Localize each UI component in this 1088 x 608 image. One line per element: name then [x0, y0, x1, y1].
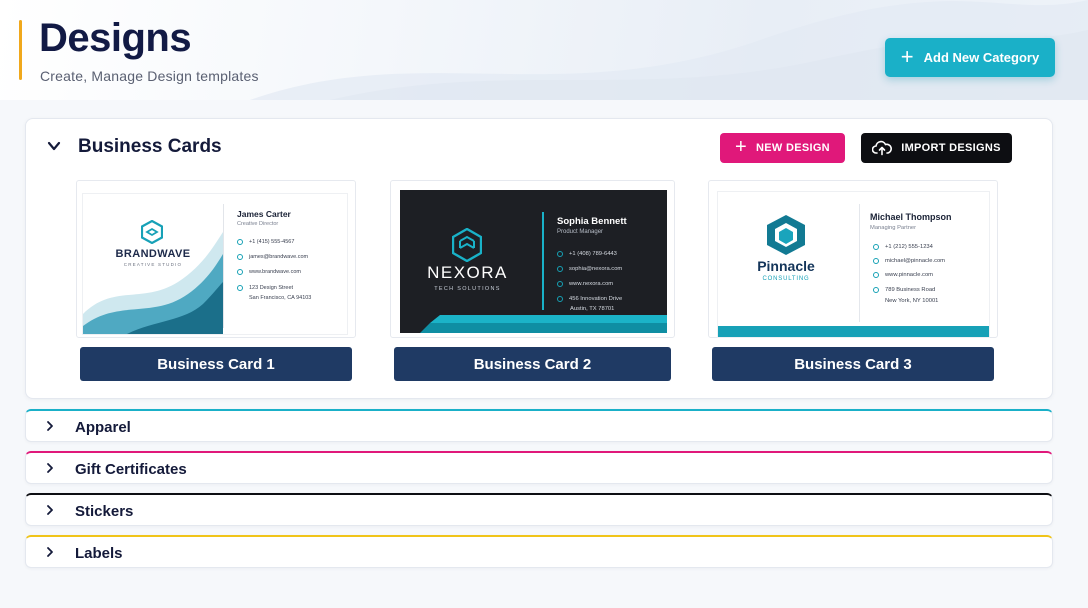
- card-phone-row: +1 (408) 789-6443: [557, 251, 617, 257]
- card-email-row: michael@pinnacle.com: [873, 258, 945, 264]
- card-person-name: James Carter: [237, 209, 291, 219]
- page-header: Designs Create, Manage Design templates …: [0, 0, 1088, 100]
- chevron-right-icon[interactable]: [45, 462, 55, 474]
- card-person-name: Sophia Bennett: [557, 216, 627, 227]
- card-address-row: 123 Design Street: [237, 285, 293, 291]
- card-web-row: www.pinnacle.com: [873, 272, 933, 278]
- category-label[interactable]: Stickers: [75, 503, 133, 520]
- card-bottom-stripe: [718, 326, 989, 337]
- card-tagline: TECH SOLUTIONS: [434, 286, 501, 292]
- category-label[interactable]: Apparel: [75, 419, 131, 436]
- card-address-1: 456 Innovation Drive: [569, 296, 623, 302]
- card-address-1: 789 Business Road: [885, 287, 936, 293]
- card-email-row: james@brandwave.com: [237, 254, 308, 260]
- card-address-2: Austin, TX 78701: [570, 306, 615, 312]
- globe-icon: [873, 272, 879, 278]
- card-brand: BRANDWAVE: [115, 248, 191, 260]
- business-cards-section: Business Cards + NEW DESIGN IMPORT DESIG…: [25, 118, 1053, 399]
- card-title[interactable]: Business Card 1: [80, 347, 352, 381]
- design-card-3[interactable]: Pinnacle CONSULTING Michael Thompson Man…: [708, 180, 998, 385]
- business-card-preview: NEXORA TECH SOLUTIONS Sophia Bennett Pro…: [400, 190, 667, 333]
- card-web: www.pinnacle.com: [885, 272, 934, 278]
- card-address-2: New York, NY 10001: [885, 298, 939, 304]
- card-divider: [859, 204, 860, 322]
- card-preview-frame: BRANDWAVE CREATIVE STUDIO James Carter C…: [76, 180, 356, 338]
- import-designs-label: IMPORT DESIGNS: [901, 142, 1001, 154]
- card-web: www.nexora.com: [569, 281, 614, 287]
- cloud-upload-icon: [872, 140, 893, 156]
- page-subtitle: Create, Manage Design templates: [40, 68, 259, 84]
- card-brand: Pinnacle: [757, 258, 815, 274]
- phone-icon: [237, 239, 243, 245]
- chevron-right-icon[interactable]: [45, 546, 55, 558]
- add-new-category-button[interactable]: + Add New Category: [885, 38, 1055, 77]
- card-divider: [542, 212, 544, 310]
- category-label[interactable]: Labels: [75, 545, 123, 562]
- card-phone: +1 (415) 555-4567: [249, 239, 295, 245]
- card-web: www.brandwave.com: [249, 269, 301, 275]
- category-apparel[interactable]: Apparel: [25, 409, 1053, 442]
- add-new-category-label: Add New Category: [923, 50, 1040, 65]
- email-icon: [557, 266, 563, 272]
- import-designs-button[interactable]: IMPORT DESIGNS: [861, 133, 1012, 163]
- category-label[interactable]: Gift Certificates: [75, 461, 187, 478]
- card-brand: NEXORA: [427, 263, 508, 282]
- email-icon: [873, 258, 879, 264]
- design-card-2[interactable]: NEXORA TECH SOLUTIONS Sophia Bennett Pro…: [390, 180, 675, 385]
- design-card-1[interactable]: BRANDWAVE CREATIVE STUDIO James Carter C…: [76, 180, 356, 385]
- card-web-row: www.nexora.com: [557, 281, 613, 287]
- card-phone-row: +1 (212) 555-1234: [873, 244, 933, 250]
- card-email: michael@pinnacle.com: [885, 258, 946, 264]
- chevron-right-icon[interactable]: [45, 420, 55, 432]
- card-divider: [223, 204, 224, 328]
- card-tagline: CREATIVE STUDIO: [123, 262, 183, 267]
- location-pin-icon: [557, 296, 563, 302]
- card-email: james@brandwave.com: [249, 254, 309, 260]
- phone-icon: [873, 244, 879, 250]
- category-labels[interactable]: Labels: [25, 535, 1053, 568]
- card-preview-frame: NEXORA TECH SOLUTIONS Sophia Bennett Pro…: [390, 180, 675, 338]
- category-stickers[interactable]: Stickers: [25, 493, 1053, 526]
- email-icon: [237, 254, 243, 260]
- page-title: Designs: [39, 16, 192, 60]
- location-pin-icon: [873, 287, 879, 293]
- card-phone: +1 (212) 555-1234: [885, 244, 933, 250]
- business-card-preview: Pinnacle CONSULTING Michael Thompson Man…: [717, 191, 990, 338]
- card-title[interactable]: Business Card 2: [394, 347, 671, 381]
- card-address-row: 789 Business Road: [873, 287, 935, 293]
- card-phone: +1 (408) 789-6443: [569, 251, 617, 257]
- card-tagline: CONSULTING: [762, 276, 810, 282]
- chevron-right-icon[interactable]: [45, 504, 55, 516]
- category-gift-certificates[interactable]: Gift Certificates: [25, 451, 1053, 484]
- card-address-2: San Francisco, CA 94103: [249, 295, 312, 301]
- card-email-row: sophia@nexora.com: [557, 266, 622, 272]
- title-accent-bar: [19, 20, 22, 80]
- phone-icon: [557, 251, 563, 257]
- nexora-logo-icon: [452, 228, 482, 262]
- business-card-preview: BRANDWAVE CREATIVE STUDIO James Carter C…: [82, 193, 348, 335]
- plus-icon: +: [900, 43, 914, 69]
- brandwave-logo-icon: [141, 220, 163, 244]
- new-design-button[interactable]: + NEW DESIGN: [720, 133, 845, 163]
- pinnacle-logo-icon: [767, 215, 805, 255]
- globe-icon: [237, 269, 243, 275]
- card-address-row: 456 Innovation Drive: [557, 296, 622, 302]
- card-phone-row: +1 (415) 555-4567: [237, 239, 294, 245]
- globe-icon: [557, 281, 563, 287]
- card-web-row: www.brandwave.com: [237, 269, 301, 275]
- card-title[interactable]: Business Card 3: [712, 347, 994, 381]
- plus-icon: +: [735, 136, 748, 158]
- card-email: sophia@nexora.com: [569, 266, 623, 272]
- card-preview-frame: Pinnacle CONSULTING Michael Thompson Man…: [708, 180, 998, 338]
- card-person-role: Creative Director: [237, 221, 279, 227]
- card-accent-stripe: [400, 315, 667, 333]
- location-pin-icon: [237, 285, 243, 291]
- section-title[interactable]: Business Cards: [78, 136, 222, 158]
- card-person-role: Managing Partner: [870, 225, 917, 231]
- new-design-label: NEW DESIGN: [756, 142, 830, 154]
- card-person-role: Product Manager: [557, 229, 604, 235]
- card-address-1: 123 Design Street: [249, 285, 294, 291]
- chevron-down-icon[interactable]: [47, 139, 61, 153]
- card-person-name: Michael Thompson: [870, 212, 952, 222]
